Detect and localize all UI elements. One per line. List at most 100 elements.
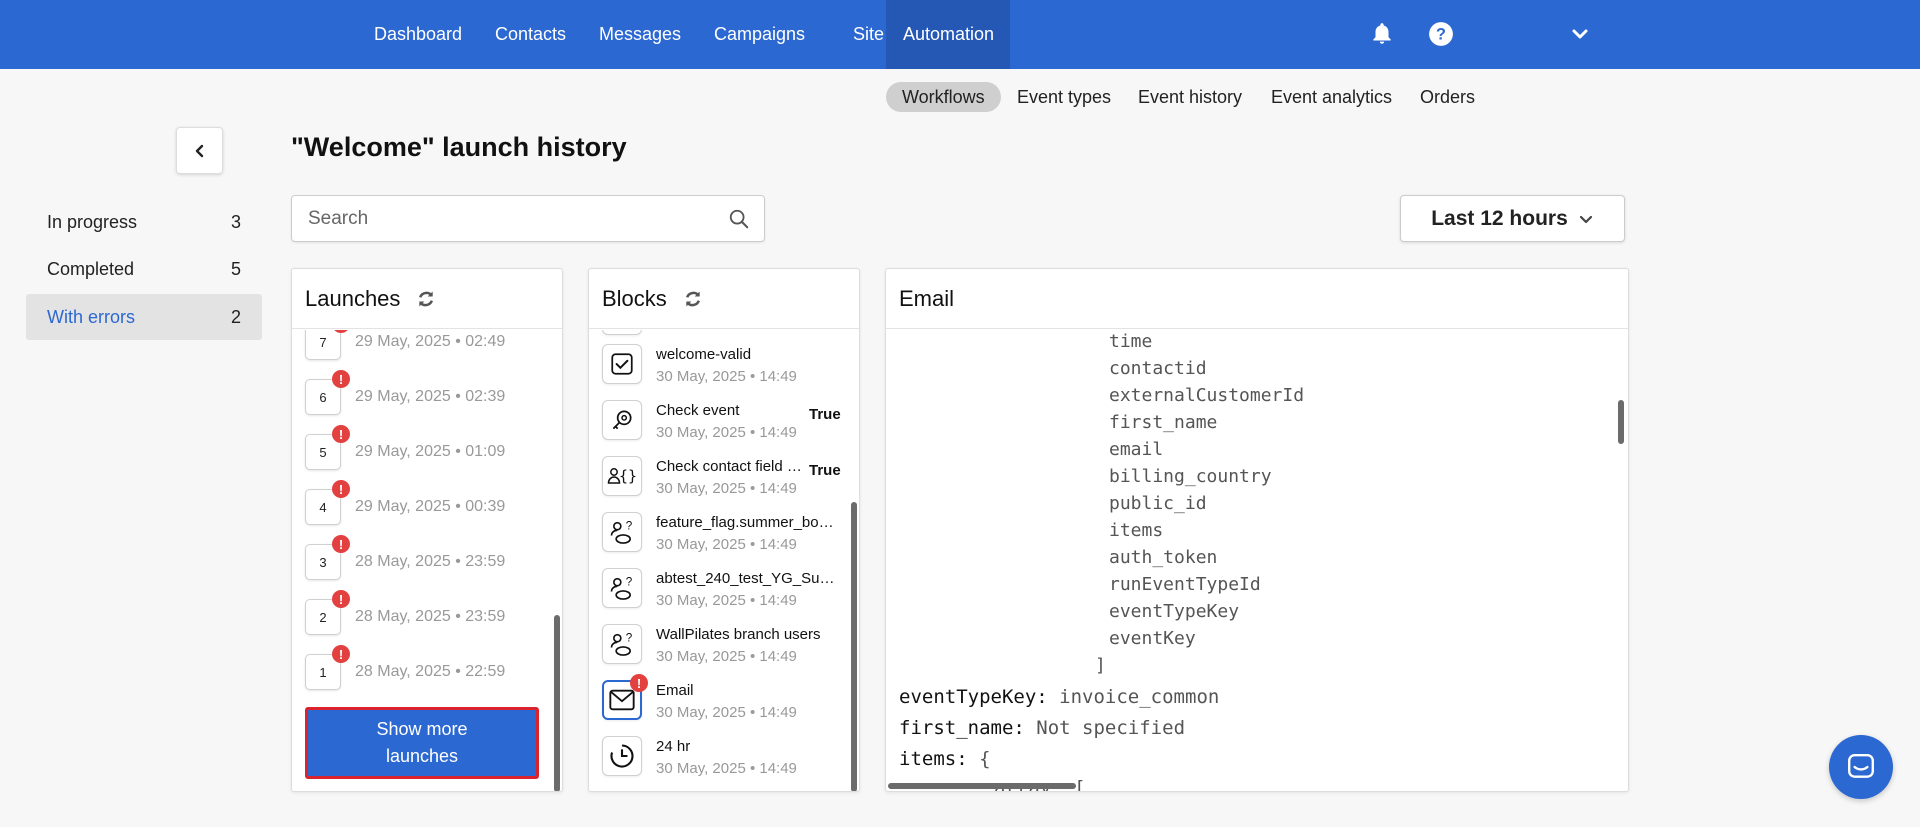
launch-date: 28 May, 2025 • 23:59	[355, 608, 506, 625]
launch-date: 29 May, 2025 • 00:39	[355, 498, 506, 515]
code-list-item: contactid	[1109, 358, 1207, 379]
chat-icon	[1848, 754, 1874, 778]
launch-date: 29 May, 2025 • 02:49	[355, 333, 506, 350]
launch-number: 4!	[305, 480, 350, 525]
chevron-down-icon[interactable]	[1566, 20, 1594, 48]
email-panel: Email time contactid externalCustomerId …	[885, 268, 1629, 792]
filter-label: Completed	[47, 258, 135, 279]
code-bracket: ]	[1095, 655, 1106, 676]
launch-item[interactable]: 7! 29 May, 2025 • 02:49	[305, 330, 505, 362]
nav-automation[interactable]: Automation	[886, 0, 1010, 69]
launch-date: 29 May, 2025 • 02:39	[355, 388, 506, 405]
block-date: 30 May, 2025 • 14:49	[656, 592, 797, 609]
filter-count: 2	[230, 306, 241, 327]
period-dropdown[interactable]: Last 12 hours	[1400, 195, 1625, 242]
email-header: Email	[886, 269, 1628, 329]
svg-text:{}: {}	[619, 467, 637, 485]
block-date: 30 May, 2025 • 14:49	[656, 368, 797, 385]
launch-item[interactable]: 2! 28 May, 2025 • 23:59	[305, 590, 506, 637]
code-list-item: billing_country	[1109, 466, 1272, 487]
launch-date: 28 May, 2025 • 23:59	[355, 553, 506, 570]
error-icon: !	[332, 370, 350, 388]
filter-label: With errors	[47, 306, 136, 327]
launch-item[interactable]: 6! 29 May, 2025 • 02:39	[305, 370, 506, 417]
launches-panel: Launches 7! 29 May, 2025 • 02:49 6! 29 M…	[291, 268, 563, 792]
code-field: items: {	[899, 748, 991, 770]
error-icon: !	[332, 590, 350, 608]
error-icon: !	[630, 674, 648, 692]
block-date: 30 May, 2025 • 14:49	[656, 424, 797, 441]
chevron-down-icon	[1579, 215, 1592, 223]
back-button[interactable]	[176, 127, 223, 174]
error-icon: !	[332, 645, 350, 663]
blocks-scrollbar[interactable]	[851, 502, 857, 791]
email-vscrollbar[interactable]	[1618, 400, 1624, 444]
block-item[interactable]: {} Check contact field value True 30 May…	[602, 449, 852, 499]
blocks-panel: Blocks welcome-valid 30 May, 2025 • 14:4…	[588, 268, 860, 792]
bell-icon[interactable]	[1368, 20, 1396, 48]
block-item[interactable]: ? abtest_240_test_YG_Summer 30 May, 2025…	[602, 561, 852, 611]
nav-contacts[interactable]: Contacts	[478, 0, 583, 69]
filter-count: 5	[230, 258, 241, 279]
error-icon: !	[332, 425, 350, 443]
code-list-item: eventKey	[1109, 628, 1196, 649]
subnav-orders[interactable]: Orders	[1404, 82, 1491, 112]
launches-scrollbar[interactable]	[554, 615, 560, 791]
launch-number: 7!	[305, 330, 350, 360]
blocks-header: Blocks	[589, 269, 859, 329]
search-box	[291, 195, 765, 242]
nav-dashboard[interactable]: Dashboard	[357, 0, 479, 69]
block-item[interactable]: Check event True 30 May, 2025 • 14:49	[602, 393, 852, 443]
code-list-item: time	[1109, 331, 1153, 352]
subnav-event-types[interactable]: Event types	[1001, 82, 1127, 112]
block-item[interactable]: ? WallPilates branch users 30 May, 2025 …	[602, 617, 852, 667]
filter-with-errors[interactable]: With errors 2	[26, 294, 262, 340]
nav-messages[interactable]: Messages	[582, 0, 698, 69]
error-icon: !	[332, 330, 350, 333]
filter-label: In progress	[47, 211, 138, 232]
search-icon[interactable]	[728, 208, 750, 230]
block-name: Check event	[656, 402, 740, 419]
page-title: "Welcome" launch history	[291, 132, 627, 162]
show-more-launches-button[interactable]: Show more launches	[305, 707, 539, 779]
launch-number: 5!	[305, 425, 350, 470]
help-icon[interactable]: ?	[1427, 20, 1455, 48]
launch-item[interactable]: 5! 29 May, 2025 • 01:09	[305, 425, 506, 472]
launch-date: 28 May, 2025 • 22:59	[355, 663, 506, 680]
segment-question-icon: ?	[602, 512, 642, 552]
block-item[interactable]: welcome-valid 30 May, 2025 • 14:49	[602, 337, 852, 387]
block-result: True	[809, 462, 841, 479]
subnav-event-analytics[interactable]: Event analytics	[1255, 82, 1408, 112]
filter-count: 3	[230, 211, 241, 232]
block-name: Email	[656, 682, 694, 699]
chat-widget-button[interactable]	[1829, 735, 1893, 799]
launch-item[interactable]: 1! 28 May, 2025 • 22:59	[305, 645, 506, 692]
search-input[interactable]	[292, 196, 692, 241]
email-title: Email	[899, 285, 955, 311]
checkbox-icon	[602, 344, 642, 384]
filter-completed[interactable]: Completed 5	[26, 246, 262, 292]
refresh-icon[interactable]	[416, 289, 436, 309]
email-hscrollbar[interactable]	[888, 783, 1076, 789]
error-icon: !	[332, 535, 350, 553]
block-item-selected[interactable]: ! Email 30 May, 2025 • 14:49	[602, 673, 852, 723]
code-field: first_name: Not specified	[899, 717, 1186, 739]
code-list-item: public_id	[1109, 493, 1207, 514]
subnav-workflows[interactable]: Workflows	[886, 82, 1001, 112]
launch-date: 29 May, 2025 • 01:09	[355, 443, 506, 460]
block-name: Check contact field value	[656, 458, 804, 475]
block-item[interactable]: ? feature_flag.summer_body_challenge 30 …	[602, 505, 852, 555]
block-result: True	[809, 406, 841, 423]
filter-in-progress[interactable]: In progress 3	[26, 199, 262, 245]
launch-item[interactable]: 4! 29 May, 2025 • 00:39	[305, 480, 506, 527]
refresh-icon[interactable]	[683, 289, 703, 309]
launch-number: 1!	[305, 645, 350, 690]
block-item[interactable]: 24 hr 30 May, 2025 • 14:49	[602, 729, 852, 779]
code-list-item: items	[1109, 520, 1164, 541]
launch-item[interactable]: 3! 28 May, 2025 • 23:59	[305, 535, 506, 582]
subnav-event-history[interactable]: Event history	[1122, 82, 1258, 112]
segment-question-icon: ?	[602, 624, 642, 664]
launches-title: Launches	[305, 285, 401, 311]
nav-campaigns[interactable]: Campaigns	[697, 0, 822, 69]
launch-number: 3!	[305, 535, 350, 580]
